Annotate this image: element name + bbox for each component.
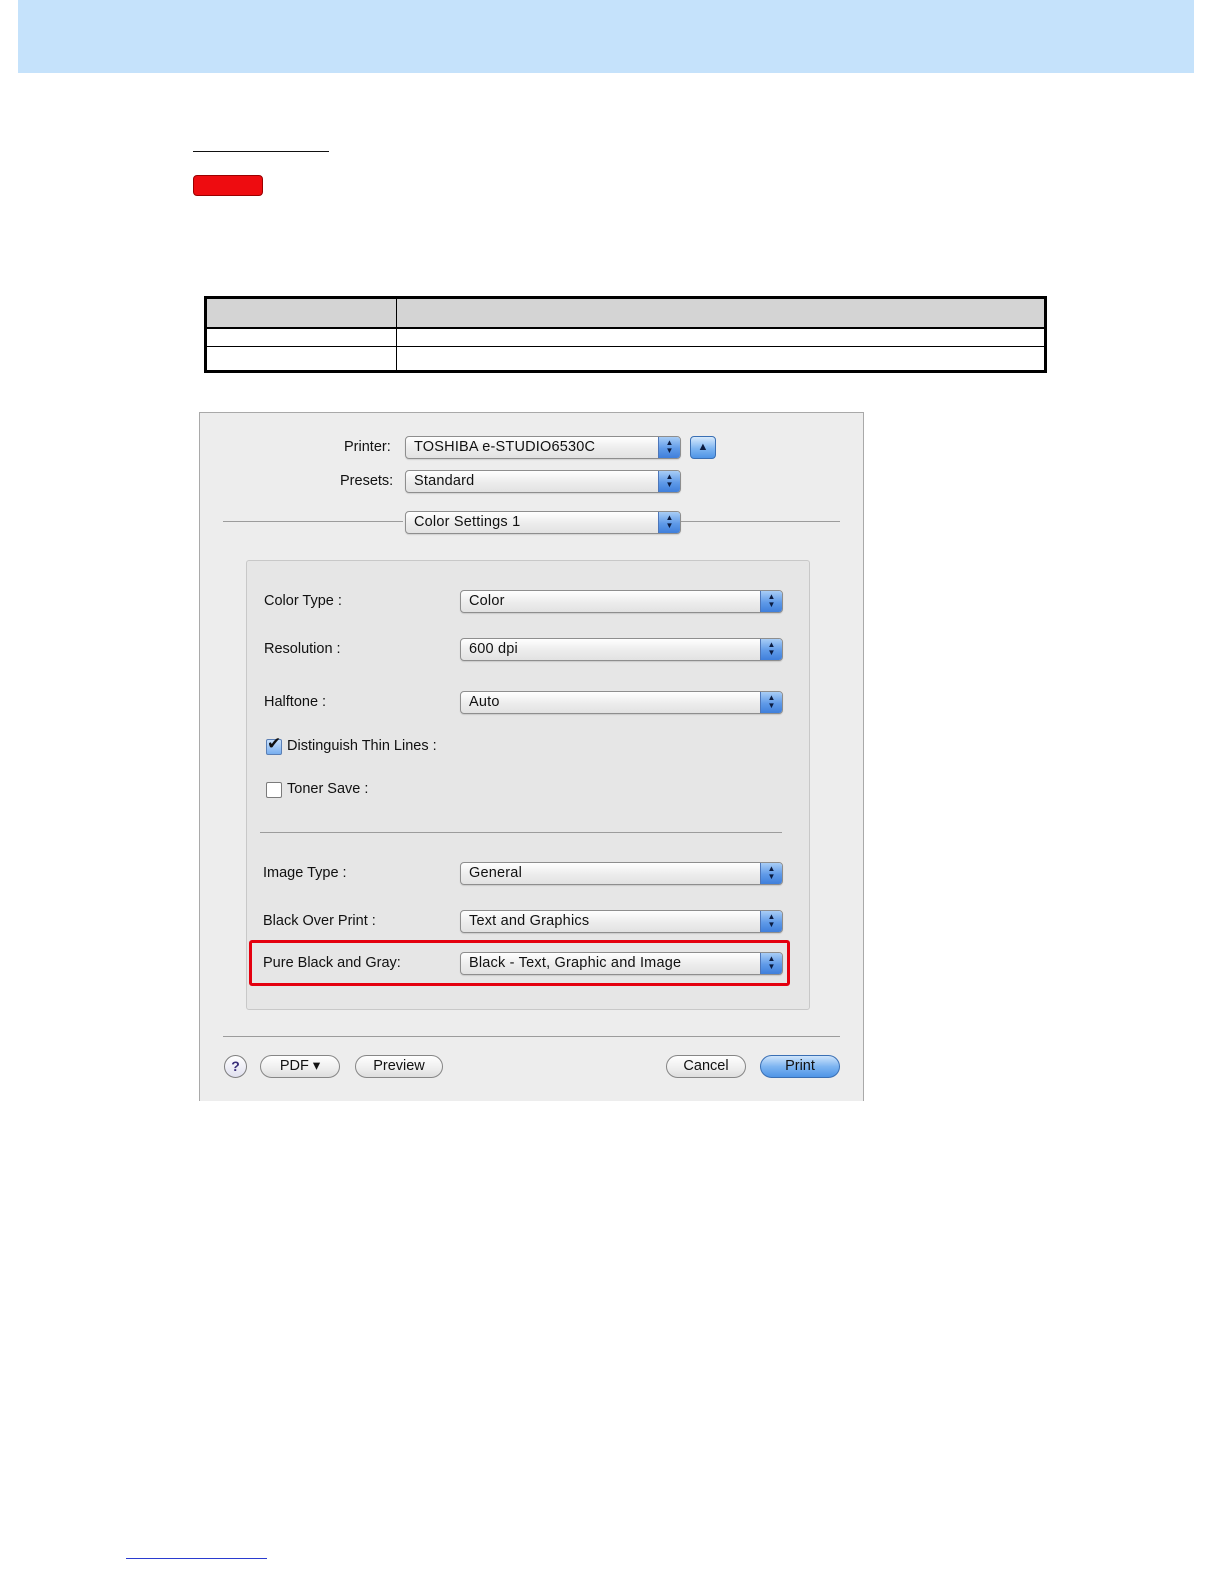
presets-popup[interactable]: Standard ▲ ▼ <box>405 470 681 493</box>
table-row <box>205 346 1046 372</box>
distinguish-thin-lines-checkbox[interactable]: ✔ <box>266 734 282 755</box>
help-button[interactable]: ? <box>224 1055 247 1078</box>
image-type-popup[interactable]: General ▲ ▼ <box>460 862 783 885</box>
popup-arrows-icon: ▲ ▼ <box>760 639 782 660</box>
presets-label: Presets: <box>340 473 394 489</box>
page-header-band <box>18 0 1194 73</box>
printer-value: TOSHIBA e-STUDIO6530C <box>414 439 596 455</box>
footer-link-underline <box>126 1558 267 1559</box>
table-cell <box>396 327 1046 348</box>
info-table <box>204 296 1047 373</box>
image-type-value: General <box>469 865 522 881</box>
panel-select-value: Color Settings 1 <box>414 514 521 530</box>
color-type-popup[interactable]: Color ▲ ▼ <box>460 590 783 613</box>
popup-arrows-icon: ▲ ▼ <box>760 953 782 974</box>
halftone-label: Halftone : <box>264 694 327 710</box>
popup-arrows-icon: ▲ ▼ <box>658 471 680 492</box>
footer-separator <box>223 1036 840 1037</box>
popup-arrows-icon: ▲ ▼ <box>658 437 680 458</box>
panel-select-popup[interactable]: Color Settings 1 ▲ ▼ <box>405 511 681 534</box>
resolution-label: Resolution : <box>264 641 341 657</box>
preview-button[interactable]: Preview <box>355 1055 443 1078</box>
group-divider <box>260 832 782 833</box>
print-dialog: Printer: TOSHIBA e-STUDIO6530C ▲ ▼ ▲ Pres… <box>199 412 864 1101</box>
popup-arrows-icon: ▲ ▼ <box>658 512 680 533</box>
pdf-button[interactable]: PDF ▾ <box>260 1055 340 1078</box>
black-over-print-label: Black Over Print : <box>263 913 376 929</box>
toner-save-label: Toner Save : <box>287 781 369 797</box>
print-button[interactable]: Print <box>760 1055 840 1078</box>
help-icon: ? <box>231 1058 240 1074</box>
table-cell <box>205 346 397 372</box>
halftone-value: Auto <box>469 694 500 710</box>
printer-popup[interactable]: TOSHIBA e-STUDIO6530C ▲ ▼ <box>405 436 681 459</box>
image-type-label: Image Type : <box>263 865 347 881</box>
popup-arrows-icon: ▲ ▼ <box>760 911 782 932</box>
panel-separator-right <box>680 521 840 522</box>
resolution-popup[interactable]: 600 dpi ▲ ▼ <box>460 638 783 661</box>
color-type-label: Color Type : <box>264 593 342 609</box>
table-header-row <box>205 297 1046 330</box>
pure-black-gray-label: Pure Black and Gray: <box>263 955 401 971</box>
halftone-popup[interactable]: Auto ▲ ▼ <box>460 691 783 714</box>
panel-separator-left <box>223 521 403 522</box>
black-over-print-popup[interactable]: Text and Graphics ▲ ▼ <box>460 910 783 933</box>
color-type-value: Color <box>469 593 505 609</box>
toner-save-checkbox[interactable] <box>266 782 282 798</box>
table-header-cell <box>205 297 397 330</box>
triangle-up-icon: ▲ <box>697 441 709 453</box>
popup-arrows-icon: ▲ ▼ <box>760 692 782 713</box>
table-cell <box>396 346 1046 372</box>
heading-underline <box>193 151 329 152</box>
table-header-cell <box>396 297 1046 330</box>
popup-arrows-icon: ▲ ▼ <box>760 591 782 612</box>
checkmark-icon: ✔ <box>267 734 282 753</box>
printer-label: Printer: <box>344 439 391 455</box>
table-cell <box>205 327 397 348</box>
collapse-dialog-button[interactable]: ▲ <box>690 436 716 459</box>
cancel-button[interactable]: Cancel <box>666 1055 746 1078</box>
red-label-tag <box>193 175 263 196</box>
presets-value: Standard <box>414 473 475 489</box>
table-row <box>205 327 1046 348</box>
black-over-print-value: Text and Graphics <box>469 913 590 929</box>
resolution-value: 600 dpi <box>469 641 518 657</box>
distinguish-thin-lines-label: Distinguish Thin Lines : <box>287 738 437 754</box>
pure-black-gray-value: Black - Text, Graphic and Image <box>469 955 682 971</box>
popup-arrows-icon: ▲ ▼ <box>760 863 782 884</box>
pure-black-gray-popup[interactable]: Black - Text, Graphic and Image ▲ ▼ <box>460 952 783 975</box>
